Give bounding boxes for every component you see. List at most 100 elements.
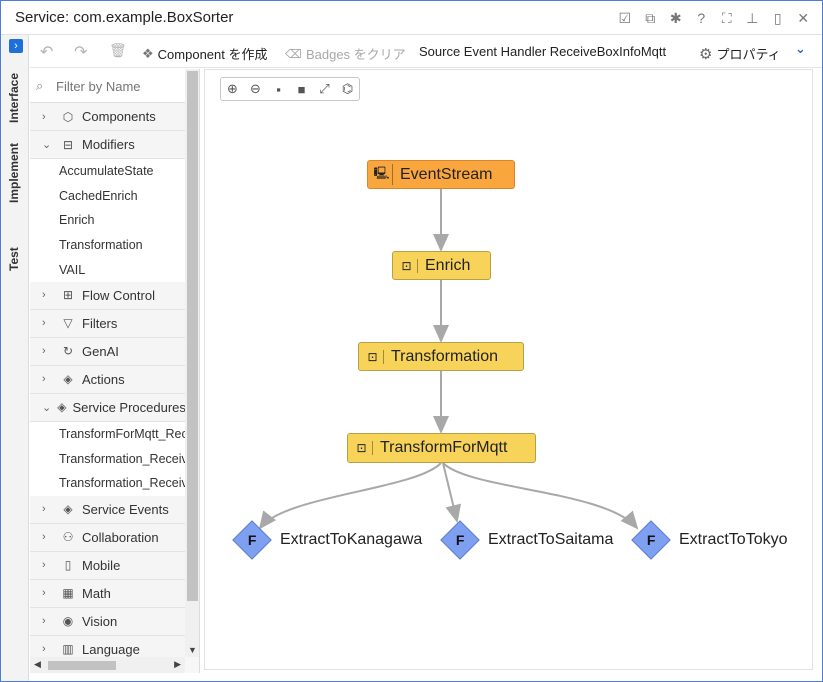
scroll-right-icon[interactable]: ▶ bbox=[174, 659, 181, 670]
check-square-icon[interactable]: ☑ bbox=[612, 7, 638, 29]
palette-category-label: Actions bbox=[82, 371, 125, 387]
hscrollbar-thumb[interactable] bbox=[48, 661, 116, 670]
filter-box: ⌕ bbox=[30, 69, 185, 103]
chevron-down-icon[interactable]: ⌄ bbox=[42, 401, 51, 414]
chevron-right-icon[interactable]: › bbox=[42, 111, 54, 123]
node-extract-to-kanagawa[interactable]: F ExtractToKanagawa bbox=[232, 520, 422, 560]
node-extract-to-saitama-label: ExtractToSaitama bbox=[488, 531, 614, 548]
server-icon: 🖳 bbox=[371, 164, 393, 185]
scroll-left-icon[interactable]: ◀ bbox=[34, 659, 41, 670]
chevron-right-icon[interactable]: › bbox=[42, 503, 54, 515]
scrollbar-thumb[interactable] bbox=[187, 71, 198, 601]
filter-icon: ▽ bbox=[63, 316, 73, 331]
palette-category-label: Vision bbox=[82, 613, 118, 629]
palette-category-label: Mobile bbox=[82, 557, 121, 573]
node-extract-to-saitama[interactable]: F ExtractToSaitama bbox=[440, 520, 613, 560]
delete-button[interactable]: 🗑 bbox=[109, 42, 127, 59]
palette-item[interactable]: TransformForMqtt_Rec bbox=[30, 421, 185, 447]
chevron-right-icon[interactable]: › bbox=[42, 559, 54, 571]
component-diamond-icon: ❖ bbox=[142, 45, 154, 61]
chevron-down-icon[interactable]: ⌄ bbox=[795, 41, 806, 57]
book-icon: ▥ bbox=[62, 642, 74, 657]
chevron-right-icon[interactable]: › bbox=[42, 289, 54, 301]
palette-category[interactable]: ⌄ ◈ Service Procedures bbox=[30, 393, 185, 422]
modifier-icon: ⊡ bbox=[351, 441, 373, 455]
clear-badges-label: Badges をクリア bbox=[305, 47, 406, 62]
create-component-button[interactable]: ❖ Component を作成 bbox=[142, 44, 267, 63]
vertical-tab-bar: › Interface Implement Test bbox=[1, 35, 29, 681]
search-icon: ⌕ bbox=[36, 78, 44, 93]
palette-item[interactable]: Transformation_Receiv bbox=[30, 446, 185, 472]
eye-icon: ◉ bbox=[62, 614, 74, 629]
procedure-badge: F bbox=[247, 532, 257, 548]
clear-badges-button[interactable]: ⌫ Badges をクリア bbox=[285, 44, 406, 63]
fullscreen-icon[interactable]: ⛶ bbox=[714, 7, 740, 29]
chevron-right-icon[interactable]: › bbox=[42, 531, 54, 543]
palette-category-label: Modifiers bbox=[82, 137, 135, 152]
flow-icon: ⊞ bbox=[62, 288, 74, 303]
procedure-diamond-icon: F bbox=[631, 520, 671, 560]
procedure-badge: F bbox=[646, 532, 656, 548]
chevron-right-icon[interactable]: › bbox=[42, 643, 54, 655]
tab-implement-label: Implement bbox=[7, 142, 21, 203]
modifier-icon: ⊡ bbox=[396, 258, 418, 273]
node-extract-to-tokyo[interactable]: F ExtractToTokyo bbox=[631, 520, 787, 560]
palette-category[interactable]: › ⬡ Components bbox=[30, 103, 185, 131]
filter-input[interactable] bbox=[56, 76, 181, 96]
palette-category-label: Flow Control bbox=[82, 287, 155, 303]
chevron-right-icon[interactable]: › bbox=[42, 317, 54, 329]
palette-item[interactable]: AccumulateState bbox=[30, 159, 185, 184]
node-transformation-label: Transformation bbox=[391, 347, 498, 365]
palette-category-label: GenAI bbox=[82, 343, 119, 359]
palette-vertical-scrollbar[interactable]: ▼ bbox=[185, 69, 199, 657]
palette-category[interactable]: › ▯ Mobile bbox=[30, 551, 185, 580]
node-transformation[interactable]: ⊡ Transformation bbox=[358, 342, 524, 371]
node-enrich[interactable]: ⊡ Enrich bbox=[392, 251, 491, 280]
panel-toggle-button[interactable]: › bbox=[9, 39, 23, 53]
tab-test-label: Test bbox=[7, 247, 21, 271]
chevron-right-icon[interactable]: › bbox=[42, 345, 54, 357]
palette-item[interactable]: Transformation bbox=[30, 232, 185, 258]
palette-category[interactable]: ⌄ ⊟ Modifiers bbox=[30, 131, 185, 159]
close-icon[interactable]: ✕ bbox=[791, 7, 817, 29]
properties-button[interactable]: ⚙ プロパティ bbox=[699, 44, 781, 63]
help-icon[interactable]: ? bbox=[689, 7, 715, 29]
pin-icon[interactable]: ⊥ bbox=[740, 7, 766, 29]
procedure-badge: F bbox=[455, 532, 465, 548]
palette-category-label: Collaboration bbox=[82, 529, 159, 545]
palette-category[interactable]: › ◉ Vision bbox=[30, 607, 185, 636]
palette-category[interactable]: › ↻ GenAI bbox=[30, 337, 185, 366]
scroll-down-icon[interactable]: ▼ bbox=[188, 645, 197, 655]
split-icon[interactable]: ⧉ bbox=[638, 7, 664, 29]
chevron-right-icon[interactable]: › bbox=[42, 615, 54, 627]
palette-item[interactable]: CachedEnrich bbox=[30, 183, 185, 209]
node-transform-for-mqtt[interactable]: ⊡ TransformForMqtt bbox=[347, 433, 536, 463]
redo-button[interactable]: ↷ bbox=[74, 42, 87, 62]
palette-horizontal-scrollbar[interactable]: ◀ ▶ bbox=[30, 657, 185, 673]
undo-button[interactable]: ↶ bbox=[40, 42, 53, 62]
procedure-diamond-icon: F bbox=[440, 520, 480, 560]
palette-category[interactable]: › ▦ Math bbox=[30, 579, 185, 608]
chevron-down-icon[interactable]: ⌄ bbox=[42, 138, 54, 151]
chevron-right-icon[interactable]: › bbox=[42, 587, 54, 599]
bug-icon[interactable]: ✱ bbox=[663, 7, 689, 29]
context-label: Source Event Handler ReceiveBoxInfoMqtt bbox=[419, 44, 667, 59]
people-icon: ⚇ bbox=[62, 530, 74, 545]
popout-icon[interactable]: ▯ bbox=[765, 7, 791, 29]
palette-item[interactable]: Enrich bbox=[30, 208, 185, 233]
node-extract-to-tokyo-label: ExtractToTokyo bbox=[679, 531, 788, 548]
node-event-stream[interactable]: 🖳 EventStream bbox=[367, 160, 515, 189]
action-icon: ◈ bbox=[63, 372, 73, 387]
badge-clear-icon: ⌫ bbox=[285, 46, 302, 61]
palette-item[interactable]: Transformation_Receiv bbox=[30, 471, 185, 496]
gear-icon: ⚙ bbox=[699, 45, 713, 63]
palette-category[interactable]: › ⚇ Collaboration bbox=[30, 523, 185, 552]
palette-category[interactable]: › ▽ Filters bbox=[30, 309, 185, 338]
palette-category[interactable]: › ⊞ Flow Control bbox=[30, 281, 185, 310]
flow-canvas[interactable]: ⊕ ⊖ ▪ ■ ⤢ ⌬ 🖳 EventStream ⊡ Enrich ⊡ Tra… bbox=[204, 69, 813, 670]
cube-icon: ⬡ bbox=[62, 109, 74, 124]
chevron-right-icon[interactable]: › bbox=[42, 373, 54, 385]
palette-category[interactable]: › ◈ Actions bbox=[30, 365, 185, 394]
palette-category[interactable]: › ◈ Service Events bbox=[30, 495, 185, 524]
palette-item[interactable]: VAIL bbox=[30, 257, 185, 282]
